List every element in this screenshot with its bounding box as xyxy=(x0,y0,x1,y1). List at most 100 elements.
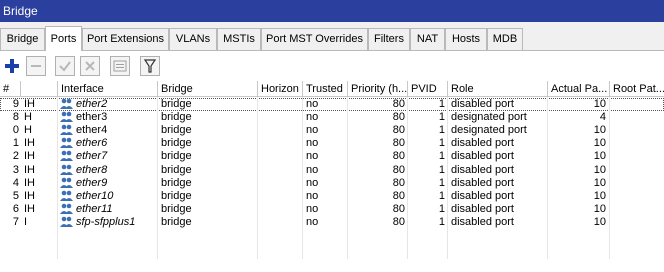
table-row[interactable]: 0 Hether4 bridge no 80 1 designated port 10 xyxy=(0,124,664,137)
tab-hosts[interactable]: Hosts xyxy=(445,28,487,50)
cell-priority: 80 xyxy=(392,150,405,163)
tab-port-extensions[interactable]: Port Extensions xyxy=(82,28,169,50)
col-header-actual-path-cost[interactable]: Actual Pa... xyxy=(548,81,610,97)
cell-bridge: bridge xyxy=(161,176,192,189)
cell-pvid: 1 xyxy=(438,98,445,110)
column-divider xyxy=(347,97,348,259)
cross-icon xyxy=(85,61,95,71)
cell-horizon xyxy=(261,137,301,150)
cell-trusted: no xyxy=(306,124,319,137)
col-header-priority[interactable]: Priority (h... xyxy=(348,81,408,97)
column-divider xyxy=(57,97,58,259)
cell-horizon xyxy=(261,216,301,229)
cell-bridge: bridge xyxy=(161,111,192,124)
filter-button[interactable] xyxy=(140,56,160,76)
comment-button[interactable] xyxy=(110,56,130,76)
cell-interface: ether2 xyxy=(60,98,156,111)
check-icon xyxy=(59,61,71,72)
enable-button[interactable] xyxy=(55,56,75,76)
cell-actual-path-cost: 10 xyxy=(593,176,606,189)
cell-priority: 80 xyxy=(392,202,405,215)
interface-icon xyxy=(60,216,73,227)
cell-horizon xyxy=(261,190,301,203)
col-header-number[interactable]: # xyxy=(0,81,21,97)
cell-flags: IH xyxy=(24,163,35,176)
col-header-root-path-cost[interactable]: Root Pat... xyxy=(610,81,664,97)
tab-ports[interactable]: Ports xyxy=(45,26,82,51)
cell-number: 3 xyxy=(12,163,19,176)
table-row[interactable]: 7 Isfp-sfpplus1 bridge no 80 1 disabled port 10 xyxy=(0,216,664,229)
minus-icon xyxy=(31,65,41,67)
cell-role: disabled port xyxy=(451,176,514,189)
cell-flags: IH xyxy=(24,189,35,202)
col-header-bridge[interactable]: Bridge xyxy=(158,81,258,97)
interface-name: ether3 xyxy=(76,111,108,124)
disable-button[interactable] xyxy=(80,56,100,76)
cell-root-path-cost xyxy=(612,203,662,216)
tab-filters[interactable]: Filters xyxy=(368,28,410,50)
cell-priority: 80 xyxy=(392,111,405,124)
cell-interface: ether11 xyxy=(60,203,156,216)
cell-flags: H xyxy=(24,111,32,124)
interface-name: ether4 xyxy=(76,124,108,137)
cell-pvid: 1 xyxy=(438,202,445,215)
add-button[interactable] xyxy=(2,56,22,76)
cell-bridge: bridge xyxy=(161,215,192,228)
cell-root-path-cost xyxy=(612,216,662,229)
table-row[interactable]: 9 IH ether2 bridge no 80 1 disabled port 10 xyxy=(0,98,664,111)
tab-mdb[interactable]: MDB xyxy=(487,28,523,50)
cell-actual-path-cost: 10 xyxy=(593,202,606,215)
table-row[interactable]: 5 IH ether10 bridge no 80 1 disabled port 10 xyxy=(0,190,664,203)
cell-trusted: no xyxy=(306,189,319,202)
interface-name: sfp-sfpplus1 xyxy=(76,215,136,228)
interface-name: ether7 xyxy=(76,150,108,163)
cell-interface: ether3 xyxy=(60,111,156,124)
cell-flags: I xyxy=(24,215,28,228)
cell-priority: 80 xyxy=(392,137,405,150)
remove-button[interactable] xyxy=(26,56,46,76)
cell-bridge: bridge xyxy=(161,98,192,110)
cell-actual-path-cost: 10 xyxy=(593,215,606,228)
cell-priority: 80 xyxy=(392,215,405,228)
cell-horizon xyxy=(261,150,301,163)
cell-flags: IH xyxy=(24,202,35,215)
col-header-role[interactable]: Role xyxy=(448,81,548,97)
tab-nat[interactable]: NAT xyxy=(410,28,445,50)
table-row[interactable]: 1 IH ether6 bridge no 80 1 disabled port 10 xyxy=(0,137,664,150)
cell-actual-path-cost: 10 xyxy=(593,163,606,176)
col-header-trusted[interactable]: Trusted xyxy=(303,81,348,97)
cell-number: 9 xyxy=(12,98,19,110)
table-row[interactable]: 3 IH ether8 bridge no 80 1 disabled port 10 xyxy=(0,164,664,177)
cell-trusted: no xyxy=(306,163,319,176)
table-row[interactable]: 4 IH ether9 bridge no 80 1 disabled port 10 xyxy=(0,177,664,190)
cell-trusted: no xyxy=(306,98,319,110)
cell-flags: IH xyxy=(24,137,35,150)
cell-number: 6 xyxy=(12,202,19,215)
tab-bridge[interactable]: Bridge xyxy=(0,28,45,50)
cell-actual-path-cost: 10 xyxy=(593,98,606,110)
interface-icon xyxy=(60,190,73,201)
cell-actual-path-cost: 10 xyxy=(593,137,606,150)
table-row[interactable]: 6 IH ether11 bridge no 80 1 disabled port 10 xyxy=(0,203,664,216)
cell-role: designated port xyxy=(451,124,527,137)
cell-pvid: 1 xyxy=(438,137,445,150)
cell-interface: ether9 xyxy=(60,177,156,190)
col-header-flags[interactable] xyxy=(21,81,58,97)
table-row[interactable]: 8 Hether3 bridge no 80 1 designated port 4 xyxy=(0,111,664,124)
cell-horizon xyxy=(261,164,301,177)
column-divider xyxy=(257,97,258,259)
tab-vlans[interactable]: VLANs xyxy=(169,28,217,50)
interface-icon xyxy=(60,98,73,109)
col-header-pvid[interactable]: PVID xyxy=(408,81,448,97)
tab-mstis[interactable]: MSTIs xyxy=(217,28,261,50)
cell-flags: IH xyxy=(24,98,35,110)
table-row[interactable]: 2 IH ether7 bridge no 80 1 disabled port 10 xyxy=(0,150,664,163)
col-header-horizon[interactable]: Horizon xyxy=(258,81,303,97)
col-header-interface[interactable]: Interface xyxy=(58,81,158,97)
cell-pvid: 1 xyxy=(438,150,445,163)
cell-trusted: no xyxy=(306,150,319,163)
cell-trusted: no xyxy=(306,202,319,215)
cell-role: designated port xyxy=(451,111,527,124)
cell-horizon xyxy=(261,98,301,111)
tab-port-mst-overrides[interactable]: Port MST Overrides xyxy=(261,28,368,50)
